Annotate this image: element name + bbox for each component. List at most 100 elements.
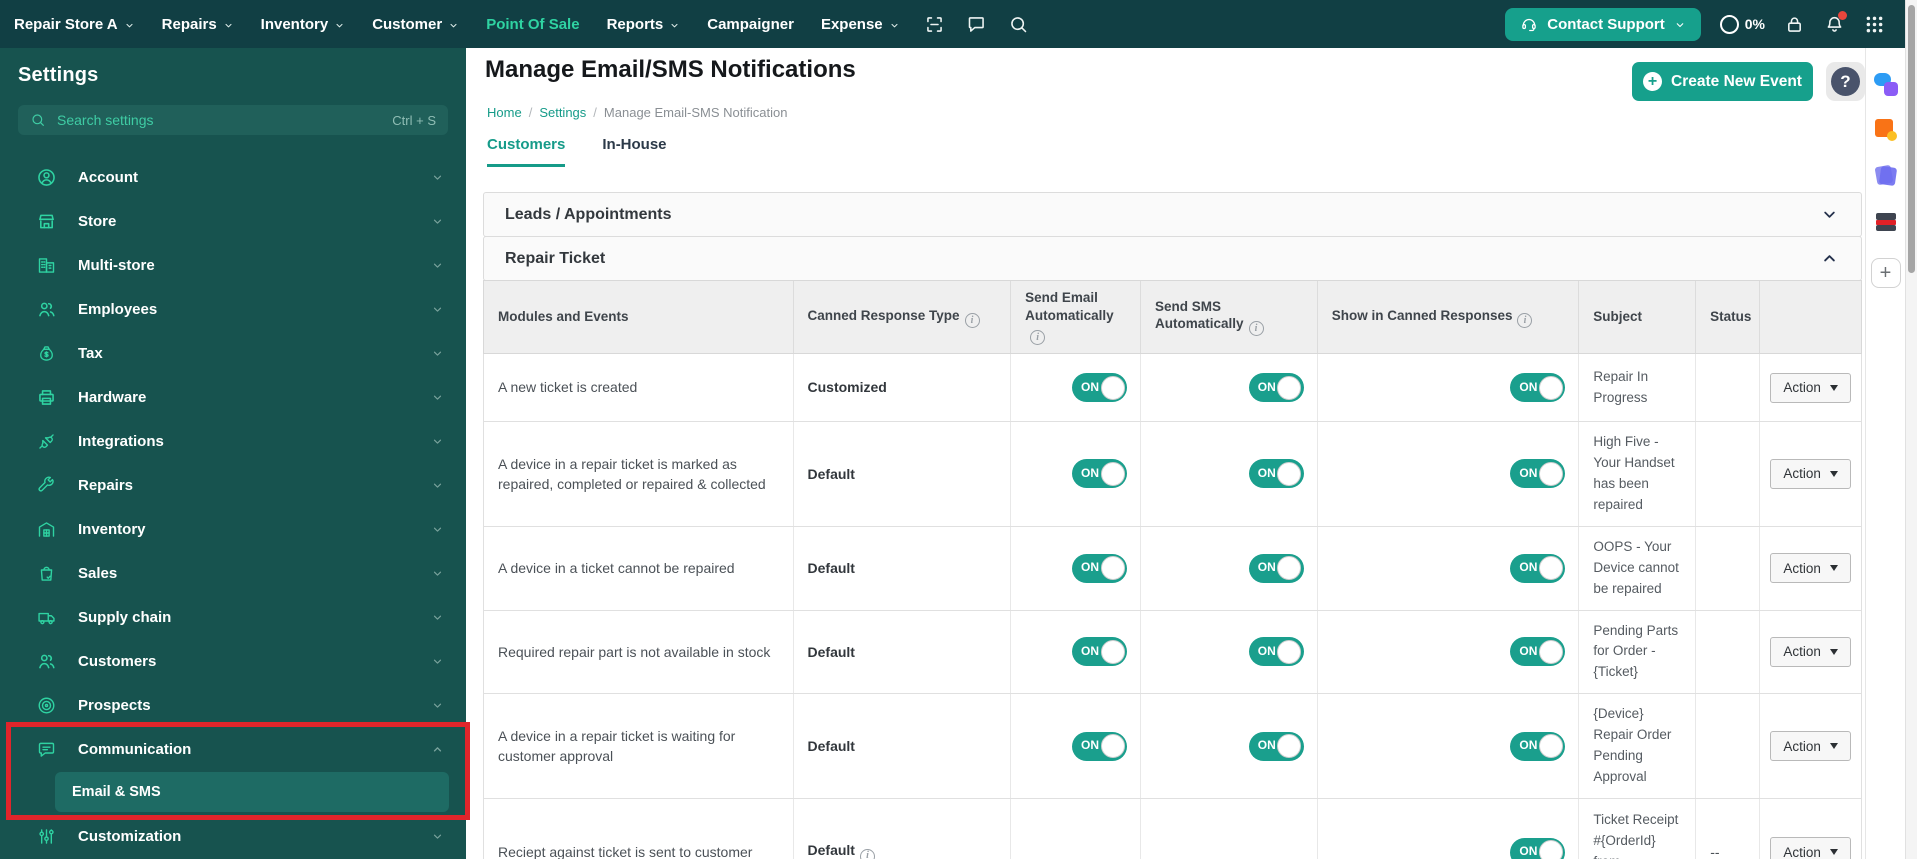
caret-down-icon: [1829, 849, 1838, 855]
sidebar-item-label: Employees: [78, 300, 158, 318]
show-in-canned-toggle[interactable]: ON: [1510, 637, 1566, 667]
show-in-canned-toggle[interactable]: ON: [1510, 837, 1566, 859]
breadcrumb-settings[interactable]: Settings: [539, 105, 586, 120]
event-label: A device in a repair ticket is marked as…: [498, 455, 766, 492]
create-new-event-button[interactable]: + Create New Event: [1632, 62, 1813, 101]
send-email-toggle[interactable]: ON: [1072, 373, 1128, 403]
add-extension-button[interactable]: +: [1870, 258, 1901, 288]
tab-customers[interactable]: Customers: [487, 136, 566, 167]
nav-item-inventory[interactable]: Inventory: [261, 16, 346, 33]
event-label: A new ticket is created: [498, 379, 638, 396]
search-icon[interactable]: [1008, 14, 1029, 35]
show-in-canned-toggle[interactable]: ON: [1510, 731, 1566, 761]
toggle-knob: [1100, 734, 1125, 759]
send-sms-toggle[interactable]: ON: [1248, 553, 1304, 583]
section-repair-ticket[interactable]: Repair Ticket: [483, 236, 1862, 281]
sidebar-item-communication[interactable]: Communication: [0, 727, 466, 771]
settings-search-input[interactable]: [55, 111, 384, 129]
nav-item-campaigner[interactable]: Campaigner: [707, 16, 794, 33]
action-button[interactable]: Action: [1770, 636, 1851, 667]
action-button[interactable]: Action: [1770, 458, 1851, 489]
users-icon: [36, 299, 57, 320]
nav-item-expense[interactable]: Expense: [821, 16, 900, 33]
send-sms-cell: ON: [1141, 422, 1318, 526]
send-sms-toggle[interactable]: ON: [1248, 731, 1304, 761]
subject-label: Repair In Progress: [1593, 368, 1649, 405]
sidebar-item-employees[interactable]: Employees: [0, 287, 466, 331]
action-button[interactable]: Action: [1770, 372, 1851, 403]
info-icon[interactable]: i: [859, 848, 875, 859]
action-button[interactable]: Action: [1770, 553, 1851, 584]
help-button[interactable]: ?: [1826, 62, 1865, 101]
sidebar-item-multi-store[interactable]: Multi-store: [0, 243, 466, 287]
nav-item-reports[interactable]: Reports: [607, 16, 681, 33]
chat-icon[interactable]: [966, 14, 987, 35]
create-new-event-label: Create New Event: [1671, 72, 1802, 90]
send-email-toggle[interactable]: ON: [1072, 459, 1128, 489]
settings-search[interactable]: Ctrl + S: [18, 105, 448, 135]
plus-icon: +: [1643, 72, 1663, 91]
sidebar-item-sales[interactable]: Sales: [0, 551, 466, 595]
send-email-toggle[interactable]: ON: [1072, 637, 1128, 667]
send-email-cell: ON: [1011, 354, 1142, 422]
send-sms-toggle[interactable]: ON: [1248, 373, 1304, 403]
send-email-toggle[interactable]: ON: [1072, 731, 1128, 761]
scan-icon[interactable]: [924, 14, 945, 35]
sidebar-item-prospects[interactable]: Prospects: [0, 683, 466, 727]
chat-extension-icon[interactable]: [1873, 72, 1898, 96]
breadcrumb-manage-email-sms-notification: Manage Email-SMS Notification: [603, 105, 788, 120]
send-sms-toggle[interactable]: ON: [1248, 459, 1304, 489]
info-icon[interactable]: i: [1517, 312, 1533, 328]
table-row: A device in a repair ticket is marked as…: [483, 422, 1862, 527]
sidebar-item-customers[interactable]: Customers: [0, 639, 466, 683]
info-icon[interactable]: i: [1030, 330, 1046, 346]
chevron-down-icon: [223, 20, 234, 31]
orange-extension-icon[interactable]: [1874, 118, 1898, 142]
usage-indicator[interactable]: 0%: [1719, 14, 1765, 34]
contact-support-button[interactable]: Contact Support: [1505, 7, 1701, 41]
action-button[interactable]: Action: [1770, 731, 1851, 762]
sidebar-subitem-email-sms[interactable]: Email & SMS: [55, 772, 449, 812]
tab-in-house[interactable]: In-House: [602, 136, 666, 167]
info-icon[interactable]: i: [964, 312, 980, 328]
info-icon[interactable]: i: [1248, 321, 1264, 337]
sidebar-item-hardware[interactable]: Hardware: [0, 375, 466, 419]
show-in-canned-toggle[interactable]: ON: [1510, 459, 1566, 489]
sidebar-item-store[interactable]: Store: [0, 199, 466, 243]
section-leads-appointments[interactable]: Leads / Appointments: [483, 192, 1862, 237]
sidebar-item-label: Inventory: [78, 520, 146, 538]
sidebar-item-integrations[interactable]: Integrations: [0, 419, 466, 463]
caret-down-icon: [1829, 565, 1838, 572]
sidebar-item-tax[interactable]: Tax: [0, 331, 466, 375]
apps-grid-icon[interactable]: [1864, 14, 1885, 35]
scrollbar-thumb[interactable]: [1908, 5, 1915, 273]
send-email-toggle[interactable]: ON: [1072, 553, 1128, 583]
nav-item-point-of-sale[interactable]: Point Of Sale: [486, 16, 579, 33]
show-in-canned-toggle[interactable]: ON: [1510, 373, 1566, 403]
notifications-button[interactable]: [1824, 10, 1847, 35]
action-button[interactable]: Action: [1770, 837, 1851, 859]
show-in-canned-cell: ON: [1318, 354, 1580, 422]
show-in-canned-toggle[interactable]: ON: [1510, 553, 1566, 583]
sidebar-item-account[interactable]: Account: [0, 155, 466, 199]
notes-extension-icon[interactable]: [1874, 164, 1898, 188]
send-sms-toggle[interactable]: ON: [1248, 637, 1304, 667]
sidebar-item-supply-chain[interactable]: Supply chain: [0, 595, 466, 639]
sidebar-item-inventory[interactable]: Inventory: [0, 507, 466, 551]
chevron-down-icon: [889, 20, 900, 31]
send-email-cell: [1011, 799, 1142, 859]
sidebar-item-customization[interactable]: Customization: [0, 814, 466, 858]
column-header-status: Status: [1696, 281, 1761, 354]
lock-icon[interactable]: [1784, 14, 1805, 35]
sidebar-item-repairs[interactable]: Repairs: [0, 463, 466, 507]
nav-item-repairs[interactable]: Repairs: [162, 16, 234, 33]
nav-item-customer[interactable]: Customer: [372, 16, 459, 33]
status-cell: [1696, 610, 1761, 694]
stack-extension-icon[interactable]: [1874, 210, 1898, 234]
chevron-down-icon: [431, 655, 444, 668]
nav-item-repair-store-a[interactable]: Repair Store A: [14, 16, 135, 33]
sidebar-item-label: Sales: [78, 564, 118, 582]
show-in-canned-cell: ON: [1318, 526, 1580, 610]
action-button-label: Action: [1783, 380, 1821, 396]
breadcrumb-home[interactable]: Home: [487, 105, 522, 120]
